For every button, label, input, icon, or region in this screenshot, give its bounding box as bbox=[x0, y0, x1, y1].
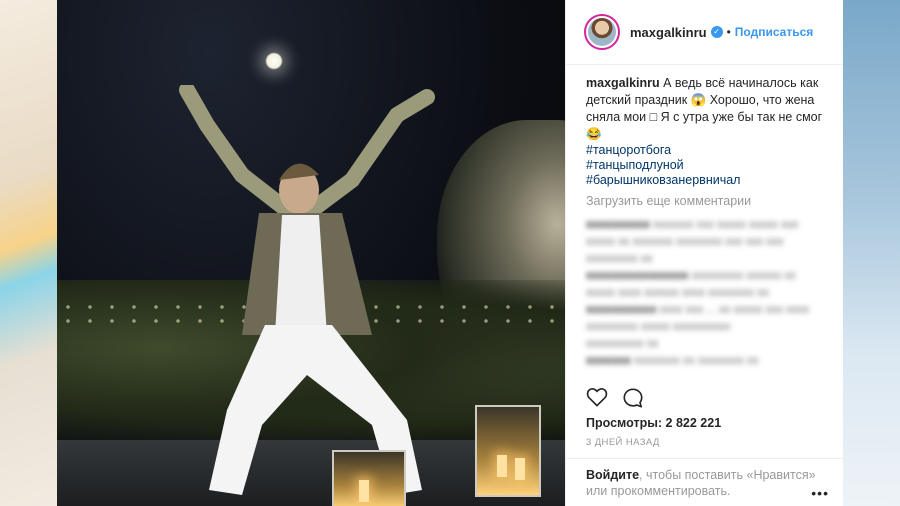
caption-username[interactable]: maxgalkinru bbox=[586, 76, 660, 90]
post-caption: maxgalkinru А ведь всё начиналось как де… bbox=[586, 75, 825, 143]
hashtag-link[interactable]: #танцоротбога bbox=[586, 143, 825, 158]
hashtag-list: #танцоротбога #танцыподлуной #барышников… bbox=[586, 143, 825, 188]
comment-icon[interactable] bbox=[622, 387, 644, 409]
comments-section: maxgalkinru А ведь всё начиналось как де… bbox=[566, 65, 843, 370]
username-link[interactable]: maxgalkinru bbox=[630, 25, 707, 40]
video-player[interactable] bbox=[57, 0, 565, 506]
hashtag-link[interactable]: #барышниковзанервничал bbox=[586, 173, 825, 188]
views-value: 2 822 221 bbox=[665, 416, 722, 430]
view-count: Просмотры: 2 822 221 bbox=[586, 416, 721, 430]
backdrop-left bbox=[0, 0, 57, 506]
separator-dot: • bbox=[726, 25, 731, 39]
heart-icon[interactable] bbox=[586, 387, 608, 407]
moon bbox=[265, 52, 283, 70]
lantern bbox=[332, 450, 406, 506]
load-more-comments-button[interactable]: Загрузить еще комментарии bbox=[586, 193, 825, 209]
avatar[interactable] bbox=[584, 14, 620, 50]
candle bbox=[497, 455, 507, 477]
candle bbox=[359, 480, 369, 502]
more-options-icon[interactable]: ••• bbox=[811, 485, 829, 501]
views-label: Просмотры: bbox=[586, 416, 663, 430]
candle bbox=[515, 458, 525, 480]
post-header: maxgalkinru ✓ • Подписаться bbox=[566, 0, 843, 65]
blurred-comments: xxxxxxxxxx xxxxxxx xxx xxxxx xxxxx xxx x… bbox=[586, 219, 810, 367]
verified-badge-icon: ✓ bbox=[710, 26, 723, 38]
dancer-figure bbox=[179, 85, 435, 495]
post-side-panel: maxgalkinru ✓ • Подписаться maxgalkinru … bbox=[565, 0, 843, 506]
hashtag-link[interactable]: #танцыподлуной bbox=[586, 158, 825, 173]
login-prompt: Войдите, чтобы поставить «Нравится» или … bbox=[566, 458, 843, 499]
post-actions bbox=[586, 387, 644, 409]
lantern bbox=[475, 405, 541, 497]
backdrop-right bbox=[843, 0, 900, 506]
follow-button[interactable]: Подписаться bbox=[735, 25, 813, 39]
login-link[interactable]: Войдите bbox=[586, 468, 639, 482]
post-timestamp: 3 ДНЕЙ НАЗАД bbox=[586, 437, 660, 448]
